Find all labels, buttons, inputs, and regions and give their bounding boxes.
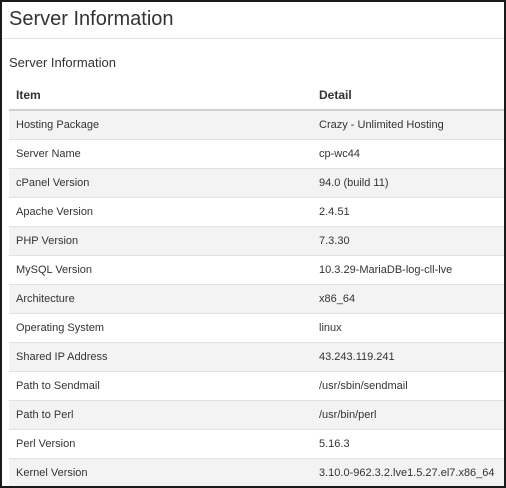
detail-cell: 5.16.3 <box>312 429 504 459</box>
table-row: Shared IP Address 43.243.119.241 <box>9 342 504 372</box>
detail-cell: 94.0 (build 11) <box>312 168 504 198</box>
table-row: PHP Version 7.3.30 <box>9 226 504 256</box>
server-info-table: Item Detail Hosting Package Crazy - Unli… <box>9 80 504 486</box>
detail-cell: 3.10.0-962.3.2.lve1.5.27.el7.x86_64 <box>312 458 504 486</box>
detail-cell: 10.3.29-MariaDB-log-cll-lve <box>312 255 504 285</box>
page-title: Server Information <box>9 8 174 30</box>
item-cell: MySQL Version <box>9 255 312 285</box>
table-row: Kernel Version 3.10.0-962.3.2.lve1.5.27.… <box>9 458 504 486</box>
item-cell: Kernel Version <box>9 458 312 486</box>
column-header-detail: Detail <box>312 80 504 111</box>
server-info-table-body: Hosting Package Crazy - Unlimited Hostin… <box>9 109 504 486</box>
server-information-panel: Server Information Server Information It… <box>0 0 506 488</box>
table-row: cPanel Version 94.0 (build 11) <box>9 168 504 198</box>
detail-cell: cp-wc44 <box>312 139 504 169</box>
detail-cell: x86_64 <box>312 284 504 314</box>
item-cell: Path to Sendmail <box>9 371 312 401</box>
detail-cell: 43.243.119.241 <box>312 342 504 372</box>
table-row: Apache Version 2.4.51 <box>9 197 504 227</box>
detail-cell: /usr/bin/perl <box>312 400 504 430</box>
item-cell: Operating System <box>9 313 312 343</box>
detail-cell: /usr/sbin/sendmail <box>312 371 504 401</box>
table-row: Path to Perl /usr/bin/perl <box>9 400 504 430</box>
item-cell: Apache Version <box>9 197 312 227</box>
title-divider <box>2 38 504 39</box>
detail-cell: 7.3.30 <box>312 226 504 256</box>
item-cell: Hosting Package <box>9 109 312 140</box>
column-header-item: Item <box>9 80 312 111</box>
table-row: Operating System linux <box>9 313 504 343</box>
table-row: Architecture x86_64 <box>9 284 504 314</box>
table-header-row: Item Detail <box>9 80 504 111</box>
detail-cell: linux <box>312 313 504 343</box>
item-cell: Perl Version <box>9 429 312 459</box>
table-row: Perl Version 5.16.3 <box>9 429 504 459</box>
item-cell: Shared IP Address <box>9 342 312 372</box>
item-cell: Architecture <box>9 284 312 314</box>
table-row: Server Name cp-wc44 <box>9 139 504 169</box>
table-row: Path to Sendmail /usr/sbin/sendmail <box>9 371 504 401</box>
item-cell: PHP Version <box>9 226 312 256</box>
section-title: Server Information <box>9 55 116 70</box>
item-cell: cPanel Version <box>9 168 312 198</box>
table-row: Hosting Package Crazy - Unlimited Hostin… <box>9 109 504 140</box>
table-row: MySQL Version 10.3.29-MariaDB-log-cll-lv… <box>9 255 504 285</box>
item-cell: Path to Perl <box>9 400 312 430</box>
detail-cell: 2.4.51 <box>312 197 504 227</box>
item-cell: Server Name <box>9 139 312 169</box>
detail-cell: Crazy - Unlimited Hosting <box>312 109 504 140</box>
